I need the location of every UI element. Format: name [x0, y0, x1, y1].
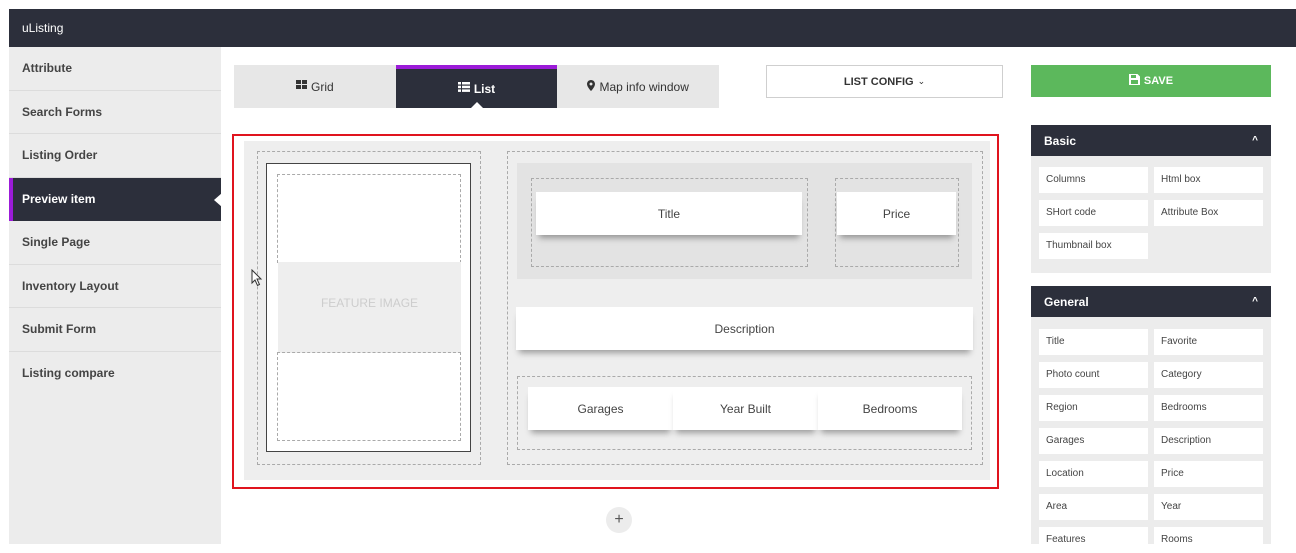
widget-photo-count[interactable]: Photo count — [1039, 362, 1148, 388]
sidebar-item-listing-compare[interactable]: Listing compare — [9, 352, 221, 396]
mouse-cursor-icon — [251, 268, 263, 292]
widget-location[interactable]: Location — [1039, 461, 1148, 487]
grid-icon — [296, 80, 307, 93]
tab-grid[interactable]: Grid — [234, 65, 396, 108]
widget-description[interactable]: Description — [1154, 428, 1263, 454]
chevron-up-icon: ^ — [1252, 135, 1258, 146]
basic-panel-header[interactable]: Basic ^ — [1031, 125, 1271, 156]
general-panel-title: General — [1044, 294, 1089, 309]
widget-features[interactable]: Features — [1039, 527, 1148, 553]
widget-price[interactable]: Price — [1154, 461, 1263, 487]
sidebar-item-attribute[interactable]: Attribute — [9, 47, 221, 91]
tab-list[interactable]: List — [395, 65, 558, 108]
map-marker-icon — [587, 79, 596, 94]
title-element[interactable]: Title — [536, 192, 802, 235]
bedrooms-element[interactable]: Bedrooms — [818, 387, 962, 430]
widget-garages[interactable]: Garages — [1039, 428, 1148, 454]
save-label: SAVE — [1143, 75, 1174, 87]
list-config-dropdown[interactable]: LIST CONFIG ⌄ — [766, 65, 1003, 98]
widget-html-box[interactable]: Html box — [1154, 167, 1263, 193]
basic-panel-body: Columns Html box SHort code Attribute Bo… — [1031, 156, 1271, 273]
widget-attribute-box[interactable]: Attribute Box — [1154, 200, 1263, 226]
widget-bedrooms[interactable]: Bedrooms — [1154, 395, 1263, 421]
feature-image-top-slot — [277, 174, 461, 263]
tab-map-label: Map info window — [599, 79, 689, 94]
tab-list-label: List — [473, 81, 496, 96]
app-header: uListing — [9, 9, 1296, 47]
save-button[interactable]: SAVE — [1031, 65, 1271, 97]
description-element[interactable]: Description — [516, 307, 973, 350]
feature-image-placeholder: FEATURE IMAGE — [278, 262, 461, 353]
garages-element[interactable]: Garages — [528, 387, 673, 430]
sidebar-item-preview-item[interactable]: Preview item — [9, 177, 222, 221]
list-icon — [457, 82, 470, 95]
widget-year[interactable]: Year — [1154, 494, 1263, 520]
price-element[interactable]: Price — [837, 192, 956, 235]
save-icon — [1128, 74, 1140, 88]
sidebar-item-inventory-layout[interactable]: Inventory Layout — [9, 265, 221, 308]
widget-thumbnail-box[interactable]: Thumbnail box — [1039, 233, 1148, 259]
widget-rooms[interactable]: Rooms — [1154, 527, 1263, 553]
sidebar-item-search-forms[interactable]: Search Forms — [9, 91, 221, 134]
sidebar: Attribute Search Forms Listing Order Pre… — [9, 47, 222, 544]
general-panel-body: Title Favorite Photo count Category Regi… — [1031, 317, 1271, 553]
tab-grid-label: Grid — [311, 79, 334, 94]
widget-short-code[interactable]: SHort code — [1039, 200, 1148, 226]
feature-image-bottom-slot — [277, 352, 461, 441]
tab-map-info-window[interactable]: Map info window — [557, 65, 719, 108]
year-built-element[interactable]: Year Built — [673, 387, 818, 430]
widget-favorite[interactable]: Favorite — [1154, 329, 1263, 355]
app-title: uListing — [22, 21, 64, 35]
sidebar-item-listing-order[interactable]: Listing Order — [9, 134, 221, 178]
widget-region[interactable]: Region — [1039, 395, 1148, 421]
widget-title[interactable]: Title — [1039, 329, 1148, 355]
chevron-down-icon: ⌄ — [917, 76, 926, 86]
widget-area[interactable]: Area — [1039, 494, 1148, 520]
basic-panel-title: Basic — [1044, 133, 1077, 148]
sidebar-item-single-page[interactable]: Single Page — [9, 221, 221, 265]
general-panel-header[interactable]: General ^ — [1031, 286, 1271, 317]
chevron-up-icon: ^ — [1252, 296, 1258, 307]
list-config-label: LIST CONFIG — [843, 75, 914, 88]
widget-category[interactable]: Category — [1154, 362, 1263, 388]
add-row-button[interactable]: + — [606, 507, 632, 533]
view-tabs: Grid List Map info window — [234, 65, 719, 108]
widget-columns[interactable]: Columns — [1039, 167, 1148, 193]
sidebar-item-submit-form[interactable]: Submit Form — [9, 308, 221, 352]
